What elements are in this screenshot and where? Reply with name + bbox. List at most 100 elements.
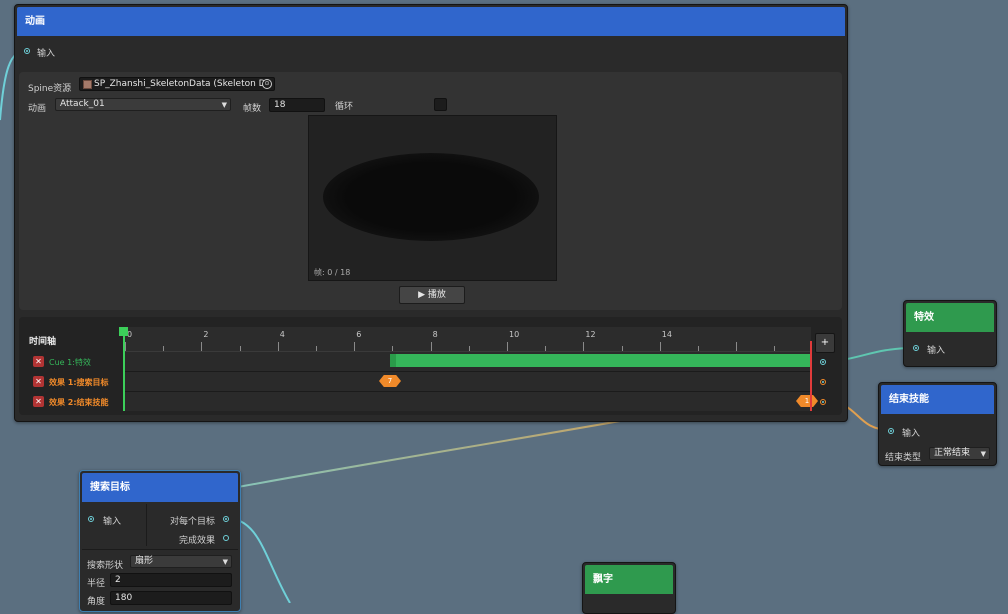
- ruler-tick: [163, 346, 165, 351]
- frame-count-field[interactable]: 18: [269, 98, 325, 112]
- animation-name-label: 动画: [28, 104, 47, 114]
- timeline-panel: 时间轴 0 2 4 6 8 10 12 14 + 7 1 ✕ Cue 1:特效 ✕ 效果 1:…: [19, 317, 842, 415]
- cue1-segment[interactable]: [390, 354, 811, 367]
- ruler-tick-label: 10: [509, 330, 520, 339]
- remove-track-cue1-button[interactable]: ✕: [33, 356, 44, 367]
- radius-label: 半径: [87, 579, 106, 589]
- ruler-tick: [392, 346, 394, 351]
- effect-node-title: 特效: [906, 303, 994, 332]
- effect1-marker[interactable]: 7: [379, 375, 401, 387]
- ruler-tick-label: 6: [356, 330, 362, 339]
- animation-inspector-panel: Spine资源 SP_Zhanshi_SkeletonData (Skeleto…: [19, 72, 842, 310]
- search-input-label: 输入: [103, 517, 122, 527]
- ruler-tick: [736, 342, 738, 351]
- start-marker-line: [123, 333, 125, 411]
- ruler-tick: [125, 342, 126, 351]
- track-label-effect2: 效果 2:结束技能: [49, 398, 109, 407]
- animation-name-dropdown[interactable]: Attack_01 ▼: [55, 98, 231, 111]
- search-target-node-title: 搜索目标: [82, 473, 238, 502]
- search-shape-value: 扇形: [135, 556, 154, 566]
- timeline-title: 时间轴: [29, 337, 57, 347]
- end-type-label: 结束类型: [885, 453, 922, 463]
- ruler-tick: [507, 342, 508, 351]
- ruler-tick: [621, 346, 623, 351]
- end-skill-node-title: 结束技能: [881, 385, 994, 414]
- frame-readout: 帧: 0 / 18: [314, 268, 351, 277]
- end-skill-input-port[interactable]: [888, 428, 894, 434]
- track-label-cue1: Cue 1:特效: [49, 358, 91, 367]
- chevron-down-icon: ▼: [221, 101, 227, 109]
- end-skill-node[interactable]: 结束技能 输入 结束类型 正常结束 ▼: [878, 382, 997, 466]
- start-marker-handle[interactable]: [119, 327, 128, 336]
- ruler-tick: [698, 346, 699, 351]
- ruler-tick-label: 4: [279, 330, 285, 339]
- ruler-tick-label: 8: [432, 330, 438, 339]
- float-text-node[interactable]: 飘字: [582, 562, 676, 614]
- track-row-effect2[interactable]: 1: [123, 392, 818, 411]
- preview-shadow: [323, 153, 539, 241]
- playhead-end-line[interactable]: [810, 341, 812, 411]
- effect-input-label: 输入: [927, 346, 946, 356]
- each-target-label: 对每个目标: [170, 517, 216, 527]
- angle-label: 角度: [87, 597, 106, 607]
- ruler-tick: [430, 342, 432, 351]
- radius-field[interactable]: 2: [110, 573, 232, 587]
- search-input-port[interactable]: [88, 516, 94, 522]
- ruler-tick: [659, 342, 661, 351]
- each-target-output-port[interactable]: [223, 516, 229, 522]
- ruler-tick: [468, 346, 470, 351]
- cue1-output-port[interactable]: [820, 359, 826, 365]
- ruler-tick: [316, 346, 317, 351]
- remove-track-effect1-button[interactable]: ✕: [33, 376, 44, 387]
- effect1-output-port[interactable]: [820, 379, 826, 385]
- search-params-divider: [82, 549, 238, 550]
- remove-track-effect2-button[interactable]: ✕: [33, 396, 44, 407]
- search-shape-label: 搜索形状: [87, 561, 124, 571]
- animation-preview: 帧: 0 / 18: [308, 115, 557, 281]
- chevron-down-icon: ▼: [980, 450, 986, 458]
- spine-resource-label: Spine资源: [28, 84, 72, 94]
- ruler-tick-label: 2: [203, 330, 209, 339]
- skeleton-asset-icon: [83, 80, 92, 89]
- float-text-node-title: 飘字: [585, 565, 673, 594]
- animation-input-label: 输入: [37, 49, 56, 59]
- search-shape-dropdown[interactable]: 扇形 ▼: [130, 555, 232, 568]
- done-effect-label: 完成效果: [179, 536, 216, 546]
- animation-node-title: 动画: [17, 7, 845, 36]
- loop-checkbox[interactable]: [434, 98, 447, 111]
- done-effect-output-port[interactable]: [223, 535, 229, 541]
- effect-node[interactable]: 特效 输入: [903, 300, 997, 367]
- end-skill-input-label: 输入: [902, 429, 921, 439]
- loop-label: 循环: [335, 102, 354, 112]
- track-label-effect1: 效果 1:搜索目标: [49, 378, 109, 387]
- chevron-down-icon: ▼: [222, 558, 228, 566]
- timeline-add-button[interactable]: +: [815, 333, 835, 353]
- search-target-node[interactable]: 搜索目标 输入 对每个目标 完成效果 搜索形状 扇形 ▼ 半径 2 角度 180: [79, 470, 241, 612]
- effect-input-port[interactable]: [913, 345, 919, 351]
- ruler-tick-label: 12: [585, 330, 596, 339]
- ruler-tick: [201, 342, 203, 351]
- effect2-output-port[interactable]: [820, 399, 826, 405]
- timeline-ruler: [123, 327, 811, 352]
- effect2-marker[interactable]: 1: [796, 395, 818, 407]
- ruler-tick: [545, 346, 547, 351]
- frame-count-label: 帧数: [243, 104, 262, 114]
- animation-node[interactable]: 动画 输入 Spine资源 SP_Zhanshi_SkeletonData (S…: [14, 4, 848, 422]
- ruler-tick: [239, 346, 241, 351]
- track-row-cue1[interactable]: [123, 352, 811, 372]
- spine-resource-value: SP_Zhanshi_SkeletonData (Skeleton Da: [94, 79, 272, 89]
- search-ports-divider: [146, 504, 147, 546]
- spine-resource-field[interactable]: SP_Zhanshi_SkeletonData (Skeleton Da ⊙: [79, 77, 275, 91]
- end-type-value: 正常结束: [934, 448, 971, 458]
- end-type-dropdown[interactable]: 正常结束 ▼: [929, 447, 990, 460]
- ruler-tick: [583, 342, 585, 351]
- ruler-tick-label: 14: [661, 330, 672, 339]
- animation-input-port[interactable]: [24, 48, 30, 54]
- ruler-tick: [774, 346, 776, 351]
- object-picker-icon[interactable]: ⊙: [262, 79, 272, 89]
- cue1-segment-handle[interactable]: [390, 354, 396, 367]
- ruler-tick: [354, 342, 356, 351]
- play-button[interactable]: ▶ 播放: [399, 286, 465, 304]
- animation-name-value: Attack_01: [60, 99, 105, 109]
- track-row-effect1[interactable]: 7: [123, 372, 811, 392]
